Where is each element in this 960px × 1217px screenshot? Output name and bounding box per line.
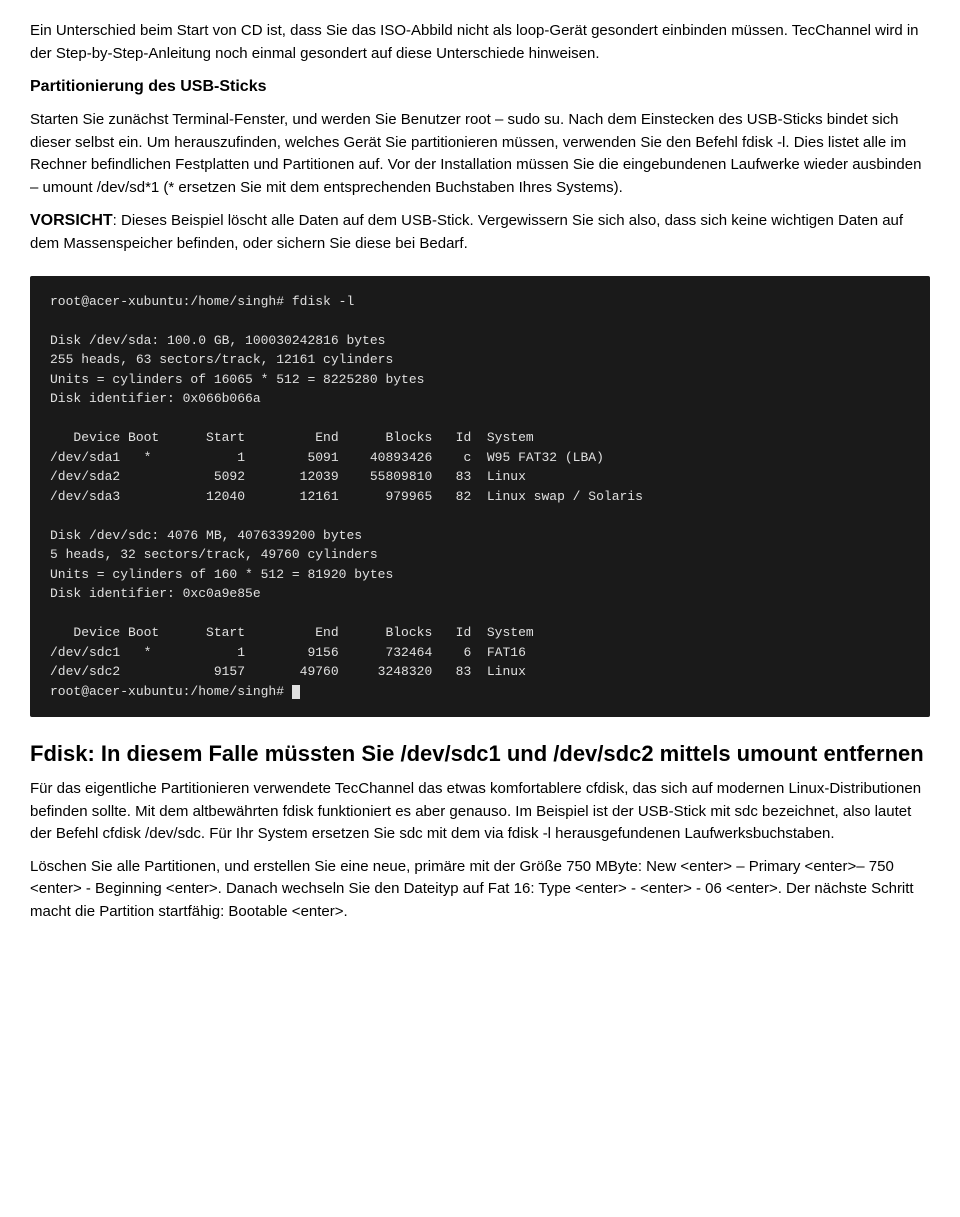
closing-para1: Für das eigentliche Partitionieren verwe… xyxy=(30,778,930,846)
terminal-content: root@acer-xubuntu:/home/singh# fdisk -l … xyxy=(50,294,643,699)
partitionierung-heading: Partitionierung des USB-Sticks xyxy=(30,75,930,99)
vorsicht-text: : Dieses Beispiel löscht alle Daten auf … xyxy=(30,212,903,252)
terminal-cursor xyxy=(292,685,300,699)
closing-para2: Löschen Sie alle Partitionen, und erstel… xyxy=(30,856,930,924)
intro-para2: Starten Sie zunächst Terminal-Fenster, u… xyxy=(30,109,930,199)
intro-para1: Ein Unterschied beim Start von CD ist, d… xyxy=(30,20,930,65)
vorsicht-label: VORSICHT xyxy=(30,212,113,229)
fdisk-note: Fdisk: In diesem Falle müssten Sie /dev/… xyxy=(30,737,930,770)
vorsicht-para: VORSICHT: Dieses Beispiel löscht alle Da… xyxy=(30,209,930,256)
terminal-output: root@acer-xubuntu:/home/singh# fdisk -l … xyxy=(30,276,930,718)
